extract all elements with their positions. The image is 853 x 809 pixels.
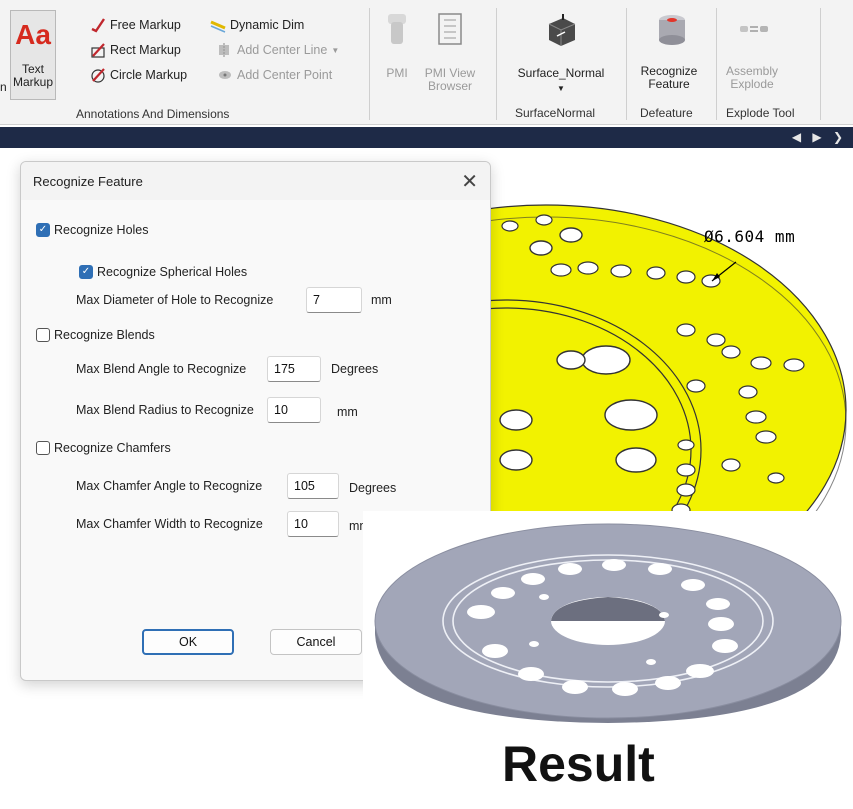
add-center-point-label: Add Center Point: [237, 68, 333, 82]
ok-button[interactable]: OK: [142, 629, 234, 655]
max-hole-diameter-field[interactable]: 7: [306, 287, 362, 313]
circle-markup-button[interactable]: Circle Markup: [90, 67, 187, 83]
max-chamfer-width-field[interactable]: 10: [287, 511, 339, 537]
recognize-holes-label: Recognize Holes: [54, 223, 149, 237]
chevron-down-icon: ▼: [331, 45, 340, 55]
max-blend-angle-field[interactable]: 175: [267, 356, 321, 382]
assembly-explode-label: Assembly Explode: [725, 64, 778, 91]
chevron-down-icon: ▼: [557, 84, 565, 93]
checkmark-icon: ✓: [79, 265, 93, 279]
recognize-blends-label: Recognize Blends: [54, 328, 155, 342]
recognize-feature-icon: [659, 15, 685, 45]
pmi-view-browser-icon: [438, 13, 462, 45]
annotations-group-label: Annotations And Dimensions: [76, 107, 230, 121]
max-chamfer-angle-label: Max Chamfer Angle to Recognize: [76, 479, 263, 493]
add-center-line-label: Add Center Line: [237, 43, 328, 57]
max-blend-radius-field[interactable]: 10: [267, 397, 321, 423]
max-blend-radius-label: Max Blend Radius to Recognize: [76, 403, 254, 417]
pmi-label: PMI: [386, 66, 408, 80]
add-center-line-button[interactable]: Add Center Line ▼: [217, 42, 339, 58]
checkbox-empty-icon: [36, 441, 50, 455]
rect-markup-label: Rect Markup: [110, 43, 181, 57]
max-hole-diameter-unit: mm: [371, 293, 392, 307]
close-icon[interactable]: ✕: [461, 169, 478, 194]
ribbon-divider: [716, 8, 717, 120]
ribbon-divider: [820, 8, 821, 120]
pmi-button[interactable]: PMI: [380, 12, 414, 80]
brake-disc-model: [486, 204, 847, 512]
rect-markup-icon: [91, 43, 105, 58]
dynamic-dim-button[interactable]: Dynamic Dim: [210, 17, 304, 33]
recognize-feature-label: Recognize Feature: [640, 64, 698, 91]
pmi-icon: [388, 14, 406, 44]
center-line-icon: [219, 43, 229, 57]
assembly-explode-button[interactable]: Assembly Explode: [722, 12, 786, 91]
truncated-label: n: [0, 80, 7, 94]
dialog-titlebar[interactable]: Recognize Feature ✕: [21, 162, 490, 200]
surface-normal-label: Surface_Normal: [517, 66, 605, 80]
recognize-chamfers-checkbox[interactable]: Recognize Chamfers: [36, 441, 171, 455]
max-chamfer-angle-unit: Degrees: [349, 481, 397, 495]
recognize-feature-button[interactable]: Recognize Feature: [634, 12, 710, 91]
surface-normal-group-label: SurfaceNormal: [515, 106, 596, 120]
max-blend-angle-unit: Degrees: [331, 362, 379, 376]
surface-normal-button[interactable]: Surface_Normal ▼: [506, 12, 616, 95]
recognize-holes-checkbox[interactable]: ✓ Recognize Holes: [36, 223, 149, 237]
text-markup-label: Text Markup: [13, 62, 54, 89]
free-markup-icon: [91, 18, 105, 33]
cancel-button[interactable]: Cancel: [270, 629, 362, 655]
max-blend-angle-label: Max Blend Angle to Recognize: [76, 362, 247, 376]
max-chamfer-angle-field[interactable]: 105: [287, 473, 339, 499]
recognize-chamfers-label: Recognize Chamfers: [54, 441, 171, 455]
text-markup-icon: Aa: [15, 19, 51, 50]
free-markup-button[interactable]: Free Markup: [90, 17, 181, 33]
dynamic-dim-label: Dynamic Dim: [230, 18, 305, 32]
pmi-view-browser-button[interactable]: PMI View Browser: [422, 12, 478, 93]
document-tab-bar: ◀ ▶ ❯: [0, 127, 853, 148]
dimension-label: Ø6.604 mm: [704, 227, 796, 246]
annotations-group: n Aa Text Markup Free Markup Rect Markup…: [0, 0, 365, 125]
recognize-spherical-holes-label: Recognize Spherical Holes: [97, 265, 248, 279]
free-markup-label: Free Markup: [110, 18, 181, 32]
checkbox-empty-icon: [36, 328, 50, 342]
ribbon-toolbar: n Aa Text Markup Free Markup Rect Markup…: [0, 0, 853, 125]
recognize-spherical-holes-checkbox[interactable]: ✓ Recognize Spherical Holes: [79, 265, 247, 279]
checkmark-icon: ✓: [36, 223, 50, 237]
model-viewport[interactable]: Ø6.604 mm: [486, 160, 853, 512]
text-markup-button[interactable]: Aa Text Markup: [10, 10, 56, 100]
max-blend-radius-unit: mm: [337, 405, 358, 419]
dialog-title: Recognize Feature: [33, 174, 143, 189]
explode-group-label: Explode Tool: [726, 106, 795, 120]
surface-normal-icon: [548, 14, 576, 46]
add-center-point-button[interactable]: Add Center Point: [217, 67, 332, 83]
pmi-view-browser-label: PMI View Browser: [424, 66, 476, 93]
ribbon-divider: [626, 8, 627, 120]
max-hole-diameter-label: Max Diameter of Hole to Recognize: [76, 293, 274, 307]
circle-markup-label: Circle Markup: [110, 68, 188, 82]
max-chamfer-width-label: Max Chamfer Width to Recognize: [76, 517, 263, 531]
center-point-icon: [219, 71, 231, 79]
assembly-explode-icon: [740, 26, 768, 32]
circle-markup-icon: [91, 68, 105, 83]
ribbon-divider: [369, 8, 370, 120]
rect-markup-button[interactable]: Rect Markup: [90, 42, 181, 58]
recognize-blends-checkbox[interactable]: Recognize Blends: [36, 328, 155, 342]
defeature-group-label: Defeature: [640, 106, 693, 120]
result-caption: Result: [502, 736, 655, 792]
ribbon-divider: [496, 8, 497, 120]
tab-scroll-arrows[interactable]: ◀ ▶ ❯: [792, 130, 847, 144]
dynamic-dim-icon: [210, 20, 226, 33]
